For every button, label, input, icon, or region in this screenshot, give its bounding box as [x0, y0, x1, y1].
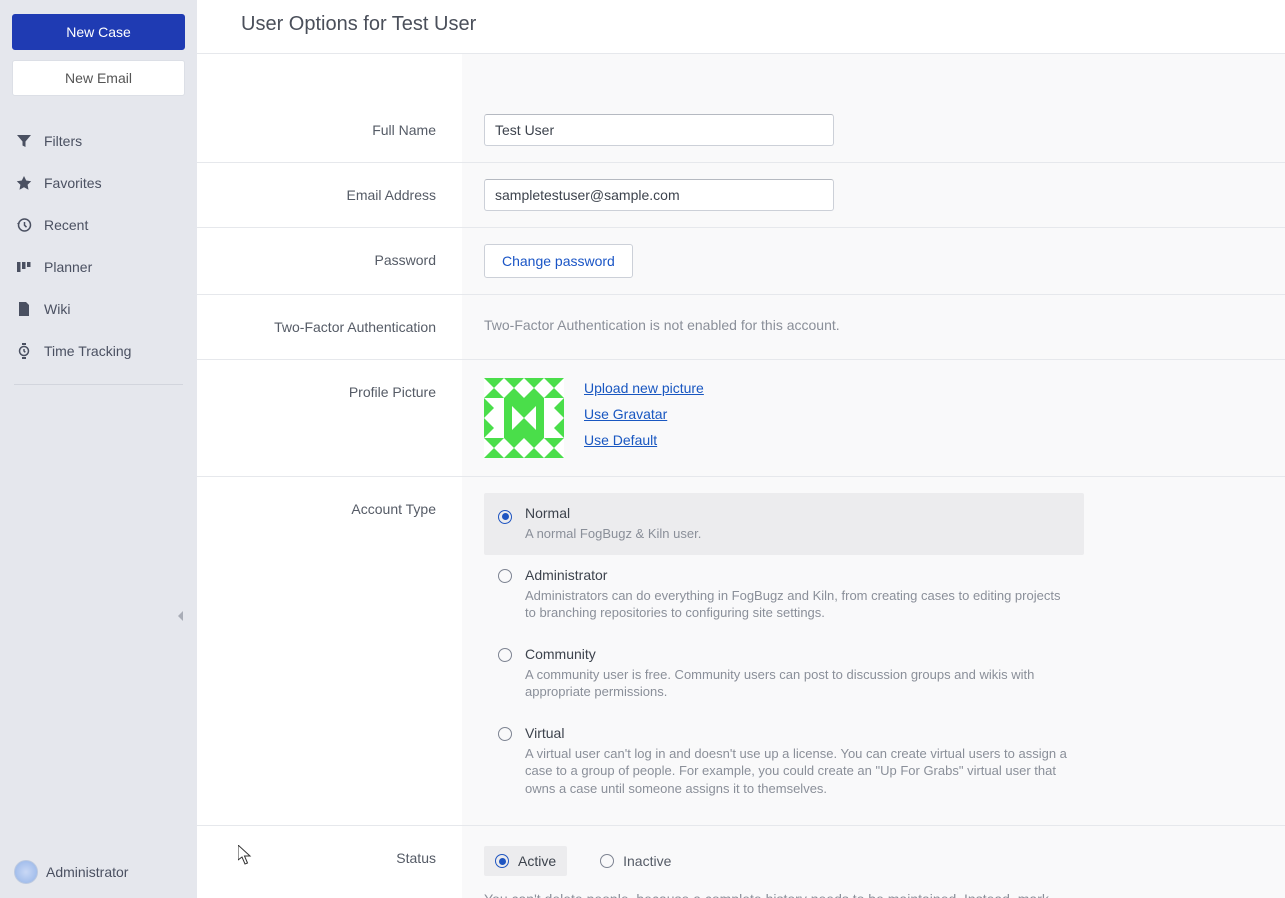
field-row-password: Password Change password: [197, 228, 1285, 295]
field-label: Profile Picture: [197, 360, 462, 476]
sidebar-item-favorites[interactable]: Favorites: [0, 162, 197, 204]
two-factor-status-text: Two-Factor Authentication is not enabled…: [484, 317, 840, 333]
radio-description: A virtual user can't log in and doesn't …: [525, 745, 1070, 798]
radio-icon: [600, 854, 614, 868]
radio-title: Administrator: [525, 567, 1070, 583]
radio-title: Community: [525, 646, 1070, 662]
field-label: Account Type: [197, 477, 462, 825]
sidebar-item-time-tracking[interactable]: Time Tracking: [0, 330, 197, 372]
sidebar-footer[interactable]: Administrator: [0, 846, 197, 898]
sidebar-item-recent[interactable]: Recent: [0, 204, 197, 246]
sidebar-item-planner[interactable]: Planner: [0, 246, 197, 288]
radio-title: Inactive: [623, 853, 671, 869]
history-icon: [14, 215, 34, 235]
account-type-option-virtual[interactable]: Virtual A virtual user can't log in and …: [484, 713, 1084, 810]
field-row-email: Email Address: [197, 163, 1285, 228]
use-gravatar-link[interactable]: Use Gravatar: [584, 406, 704, 422]
field-row-account-type: Account Type Normal A normal FogBugz & K…: [197, 477, 1285, 826]
field-row-full-name: Full Name: [197, 54, 1285, 163]
sidebar-item-label: Recent: [44, 217, 88, 233]
board-icon: [14, 257, 34, 277]
radio-description: Administrators can do everything in FogB…: [525, 587, 1070, 622]
sidebar-item-label: Favorites: [44, 175, 102, 191]
radio-icon: [498, 648, 512, 662]
watch-icon: [14, 341, 34, 361]
radio-icon: [498, 727, 512, 741]
current-user-label: Administrator: [46, 864, 128, 880]
sidebar-item-label: Filters: [44, 133, 82, 149]
account-type-option-normal[interactable]: Normal A normal FogBugz & Kiln user.: [484, 493, 1084, 555]
status-note: You can't delete people, because a compl…: [484, 890, 1054, 898]
page-title: User Options for Test User: [197, 0, 1285, 54]
status-option-active[interactable]: Active: [484, 846, 567, 876]
collapse-sidebar-button[interactable]: [175, 610, 191, 626]
radio-title: Normal: [525, 505, 701, 521]
radio-description: A normal FogBugz & Kiln user.: [525, 525, 701, 543]
sidebar-item-wiki[interactable]: Wiki: [0, 288, 197, 330]
avatar-icon: [14, 860, 38, 884]
field-row-profile-picture: Profile Picture: [197, 360, 1285, 477]
field-label: Password: [197, 228, 462, 294]
field-label: Two-Factor Authentication: [197, 295, 462, 359]
email-input[interactable]: [484, 179, 834, 211]
full-name-input[interactable]: [484, 114, 834, 146]
document-icon: [14, 299, 34, 319]
new-email-button[interactable]: New Email: [12, 60, 185, 96]
radio-icon: [498, 510, 512, 524]
radio-icon: [498, 569, 512, 583]
sidebar: New Case New Email Filters Favorites Rec…: [0, 0, 197, 898]
status-option-inactive[interactable]: Inactive: [589, 846, 682, 876]
sidebar-item-label: Wiki: [44, 301, 70, 317]
profile-picture-avatar: [484, 378, 564, 458]
use-default-link[interactable]: Use Default: [584, 432, 704, 448]
funnel-icon: [14, 131, 34, 151]
sidebar-item-filters[interactable]: Filters: [0, 120, 197, 162]
account-type-option-community[interactable]: Community A community user is free. Comm…: [484, 634, 1084, 713]
field-row-two-factor: Two-Factor Authentication Two-Factor Aut…: [197, 295, 1285, 360]
field-label: Full Name: [197, 54, 462, 162]
sidebar-item-label: Time Tracking: [44, 343, 131, 359]
sidebar-divider: [14, 384, 183, 385]
change-password-button[interactable]: Change password: [484, 244, 633, 278]
field-row-status: Status Active Inactive You can't delete …: [197, 826, 1285, 898]
radio-title: Virtual: [525, 725, 1070, 741]
main-content: User Options for Test User Full Name Ema…: [197, 0, 1285, 898]
new-case-button[interactable]: New Case: [12, 14, 185, 50]
field-label: Status: [197, 826, 462, 898]
sidebar-item-label: Planner: [44, 259, 92, 275]
radio-icon: [495, 854, 509, 868]
star-icon: [14, 173, 34, 193]
field-label: Email Address: [197, 163, 462, 227]
account-type-option-administrator[interactable]: Administrator Administrators can do ever…: [484, 555, 1084, 634]
radio-title: Active: [518, 853, 556, 869]
account-type-radio-group: Normal A normal FogBugz & Kiln user. Adm…: [484, 493, 1084, 809]
status-radio-group: Active Inactive: [484, 846, 1263, 876]
upload-picture-link[interactable]: Upload new picture: [584, 380, 704, 396]
radio-description: A community user is free. Community user…: [525, 666, 1070, 701]
